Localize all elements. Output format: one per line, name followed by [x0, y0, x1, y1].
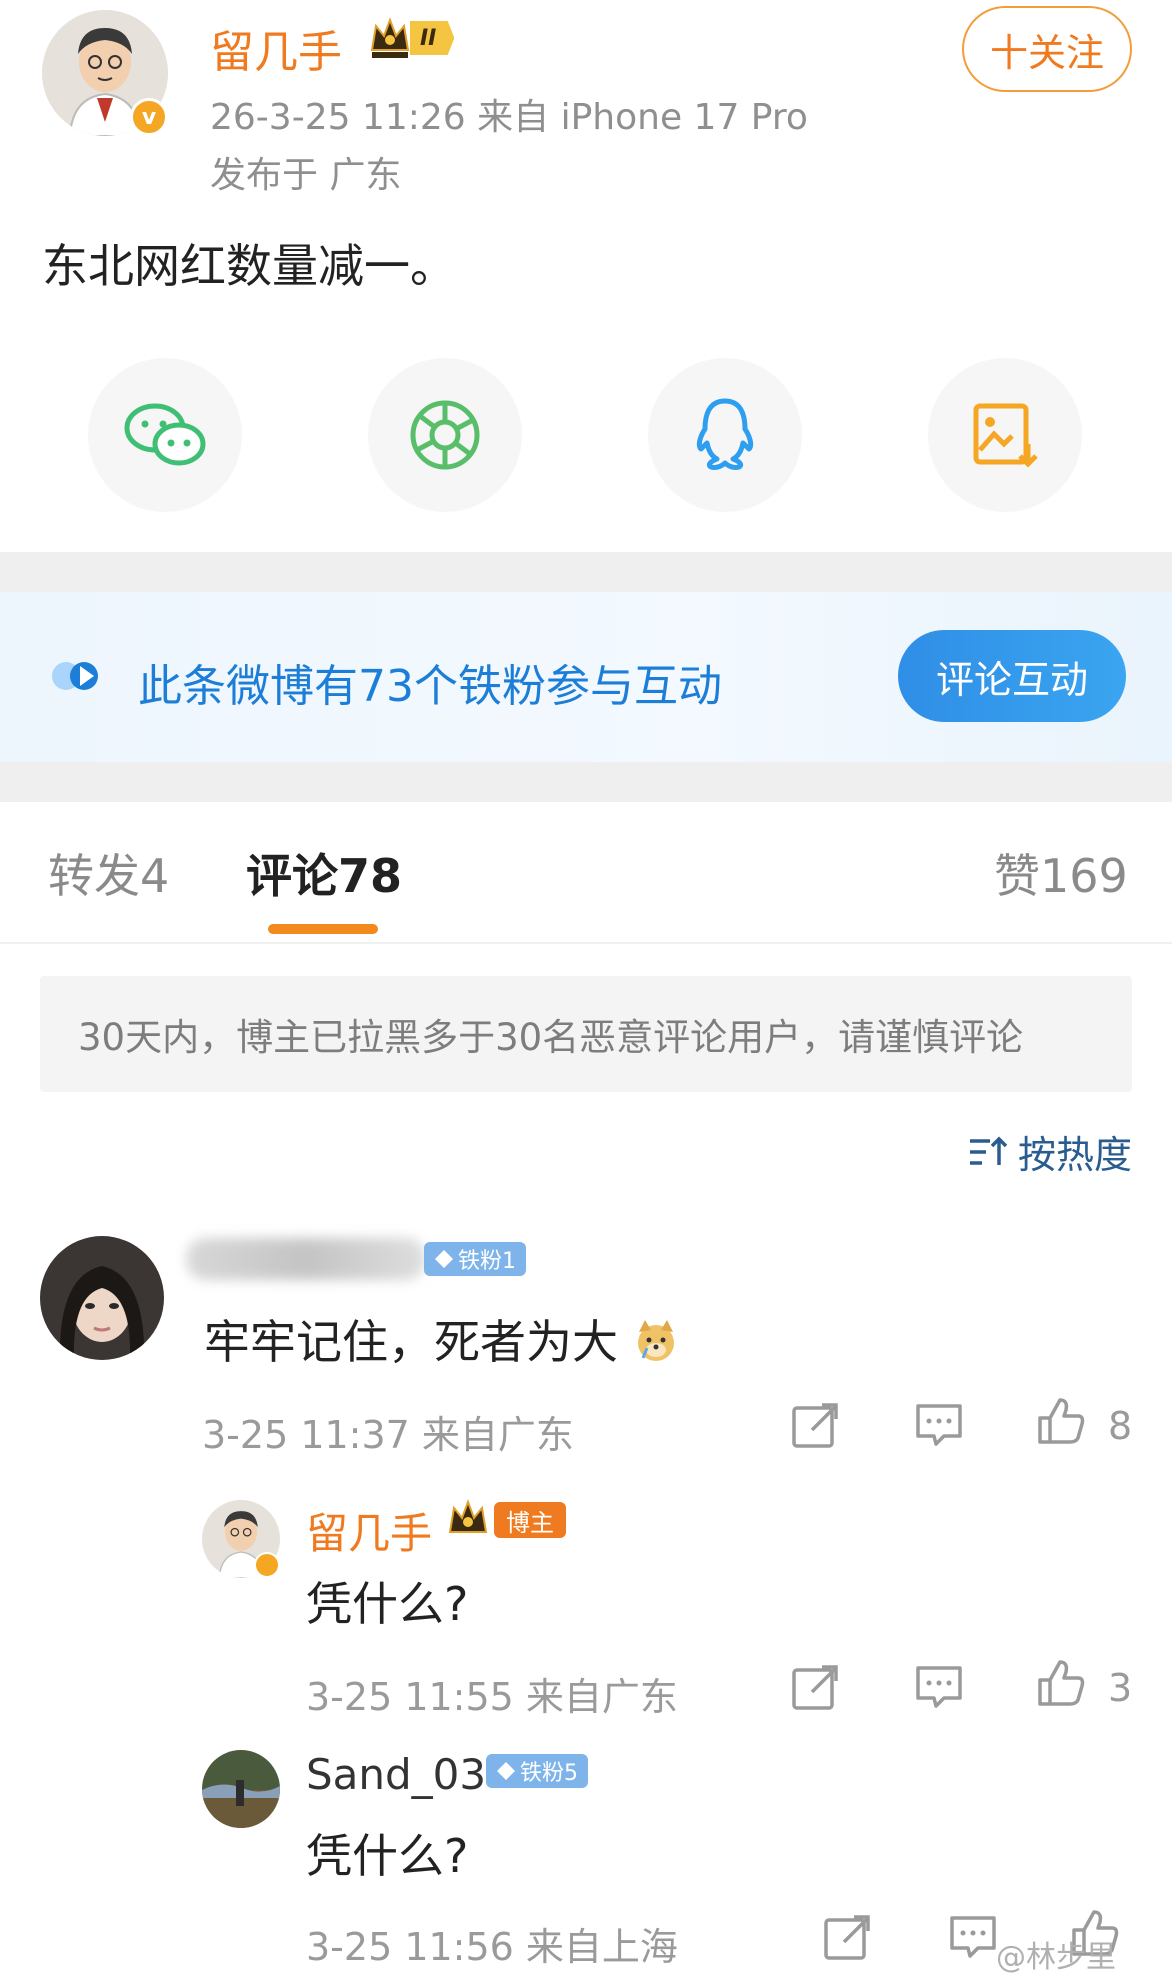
save-image-button[interactable]: [928, 358, 1082, 512]
comment-notice: 30天内，博主已拉黑多于30名恶意评论用户，请谨慎评论: [40, 976, 1132, 1092]
comment-meta: 3-25 11:37 来自广东: [202, 1413, 574, 1457]
like-count: 3: [1108, 1666, 1133, 1710]
section-divider: [0, 762, 1172, 802]
diamond-icon: [435, 1250, 453, 1268]
sort-icon: [970, 1136, 1008, 1165]
comment-text: 牢牢记住，死者为大: [204, 1306, 679, 1372]
follow-button[interactable]: 十关注: [962, 6, 1132, 92]
tab-comments[interactable]: 评论78: [246, 840, 402, 906]
post-location: 发布于 广东: [210, 155, 402, 196]
like-count: 8: [1108, 1404, 1133, 1448]
commenter-avatar[interactable]: [202, 1750, 280, 1828]
comment-meta: 3-25 11:55 来自广东: [306, 1675, 678, 1719]
watermark: @林步里: [996, 1940, 1116, 1975]
save-image-icon: [973, 403, 1038, 468]
moments-icon: [410, 400, 480, 470]
doge-emoji-icon: [637, 1320, 674, 1361]
share-moments-button[interactable]: [368, 358, 522, 512]
tab-reposts[interactable]: 转发4: [48, 840, 169, 906]
like-icon[interactable]: [1036, 1396, 1086, 1446]
repost-icon[interactable]: [790, 1400, 840, 1450]
reply-icon[interactable]: [948, 1912, 998, 1962]
verified-badge-icon: v: [130, 98, 168, 136]
fans-banner-text: 此条微博有73个铁粉参与互动: [138, 661, 722, 712]
fan-level-badge: 铁粉5: [486, 1754, 588, 1788]
commenter-name-blurred[interactable]: [186, 1238, 426, 1280]
tab-divider: [0, 942, 1172, 944]
comment-author-name[interactable]: Sand_03: [306, 1750, 486, 1799]
crown-icon: [448, 1499, 488, 1533]
verified-badge-icon: [254, 1552, 280, 1578]
comment-text: 凭什么?: [306, 1829, 469, 1883]
wechat-icon: [124, 403, 206, 466]
fans-indicator-icon: [50, 656, 110, 700]
reply-icon[interactable]: [914, 1400, 964, 1450]
blogger-badge: 博主: [446, 1498, 566, 1542]
fan-level-badge: 铁粉1: [424, 1242, 526, 1276]
comment-meta: 3-25 11:56 来自上海: [306, 1925, 678, 1969]
comment-interact-button[interactable]: 评论互动: [898, 630, 1126, 722]
like-icon[interactable]: [1036, 1658, 1086, 1708]
post-text: 东北网红数量减一。: [42, 239, 456, 293]
repost-icon[interactable]: [822, 1912, 872, 1962]
crown-icon: [370, 17, 410, 58]
post-meta: 26-3-25 11:26 来自 iPhone 17 Pro: [210, 97, 808, 138]
section-divider: [0, 552, 1172, 592]
tab-likes[interactable]: 赞169: [994, 840, 1128, 906]
reply-icon[interactable]: [914, 1662, 964, 1712]
share-qq-button[interactable]: [648, 358, 802, 512]
share-wechat-button[interactable]: [88, 358, 242, 512]
commenter-avatar[interactable]: [40, 1236, 164, 1360]
comment-author-name[interactable]: 留几手: [306, 1500, 432, 1561]
diamond-icon: [497, 1762, 515, 1780]
vip-level-badge: II: [370, 16, 455, 60]
sort-by-hot-button[interactable]: 按热度: [968, 1124, 1132, 1179]
qq-icon: [696, 398, 754, 470]
comment-text: 凭什么?: [306, 1577, 469, 1631]
active-tab-indicator: [268, 924, 378, 934]
repost-icon[interactable]: [790, 1662, 840, 1712]
author-name[interactable]: 留几手: [210, 16, 342, 80]
